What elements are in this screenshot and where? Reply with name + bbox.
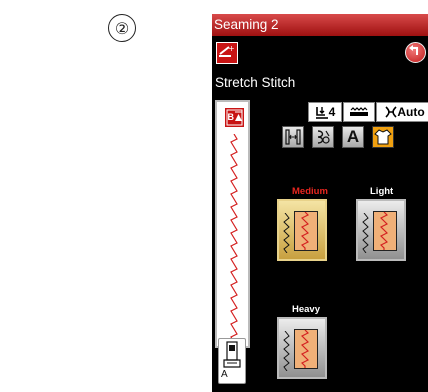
zigzag-stitch-icon: [362, 213, 369, 253]
fabric-option-heavy[interactable]: [277, 317, 327, 379]
edit-button[interactable]: +: [216, 42, 238, 64]
screen-title: Seaming 2: [214, 17, 279, 32]
sewing-machine-screen: Seaming 2 + Stretch Stitch B A 4 Auto A …: [212, 14, 428, 392]
foot-letter: A: [221, 369, 228, 380]
pressure-value: 4: [328, 105, 336, 119]
presser-foot-pressure-icon: [315, 107, 328, 119]
fabric-label-heavy: Heavy: [292, 304, 320, 315]
letter-a-icon: A: [346, 127, 360, 146]
garment-icon: [374, 129, 392, 145]
title-bar: Seaming 2: [212, 14, 428, 36]
step-marker: ②: [108, 14, 136, 42]
tension-value: Auto: [397, 105, 425, 119]
thread-tension-setting[interactable]: Auto: [376, 102, 428, 122]
presser-foot-indicator: A: [218, 338, 246, 384]
stitch-preview-panel: B: [215, 100, 250, 348]
edit-stitch-icon: +: [219, 44, 235, 57]
stitch-width-length-icon: [285, 129, 301, 145]
custom-stitch-icon: [317, 130, 330, 144]
return-arrow-icon: [409, 45, 418, 55]
fabric-option-light[interactable]: [356, 199, 406, 261]
zigzag-stitch-icon: [283, 213, 290, 253]
seam-stitch-icon: [301, 330, 309, 368]
presser-foot-pressure-setting[interactable]: 4: [308, 102, 342, 122]
seam-stitch-icon: [380, 212, 388, 250]
garment-button[interactable]: [372, 126, 394, 148]
svg-text:+: +: [228, 44, 235, 53]
function-toolbar: A: [282, 126, 402, 148]
back-button[interactable]: [405, 42, 426, 63]
feed-dog-setting[interactable]: [343, 102, 375, 122]
fabric-label-light: Light: [370, 186, 394, 197]
svg-text:B: B: [228, 112, 235, 122]
stitch-width-length-button[interactable]: [282, 126, 304, 148]
zigzag-stitch-icon: [283, 331, 290, 371]
stitch-pattern-preview: [230, 134, 238, 346]
custom-stitch-button[interactable]: [312, 126, 334, 148]
feed-dog-icon: [350, 107, 368, 116]
letter-button[interactable]: A: [342, 126, 364, 148]
thread-tension-icon: [385, 106, 397, 118]
bidirectional-stitch-icon[interactable]: B: [225, 108, 244, 127]
stitch-name: Stretch Stitch: [215, 75, 296, 90]
fabric-label-medium: Medium: [292, 186, 328, 197]
fabric-option-medium[interactable]: [277, 199, 327, 261]
settings-bar: 4 Auto: [308, 102, 428, 122]
seam-stitch-icon: [301, 212, 309, 250]
